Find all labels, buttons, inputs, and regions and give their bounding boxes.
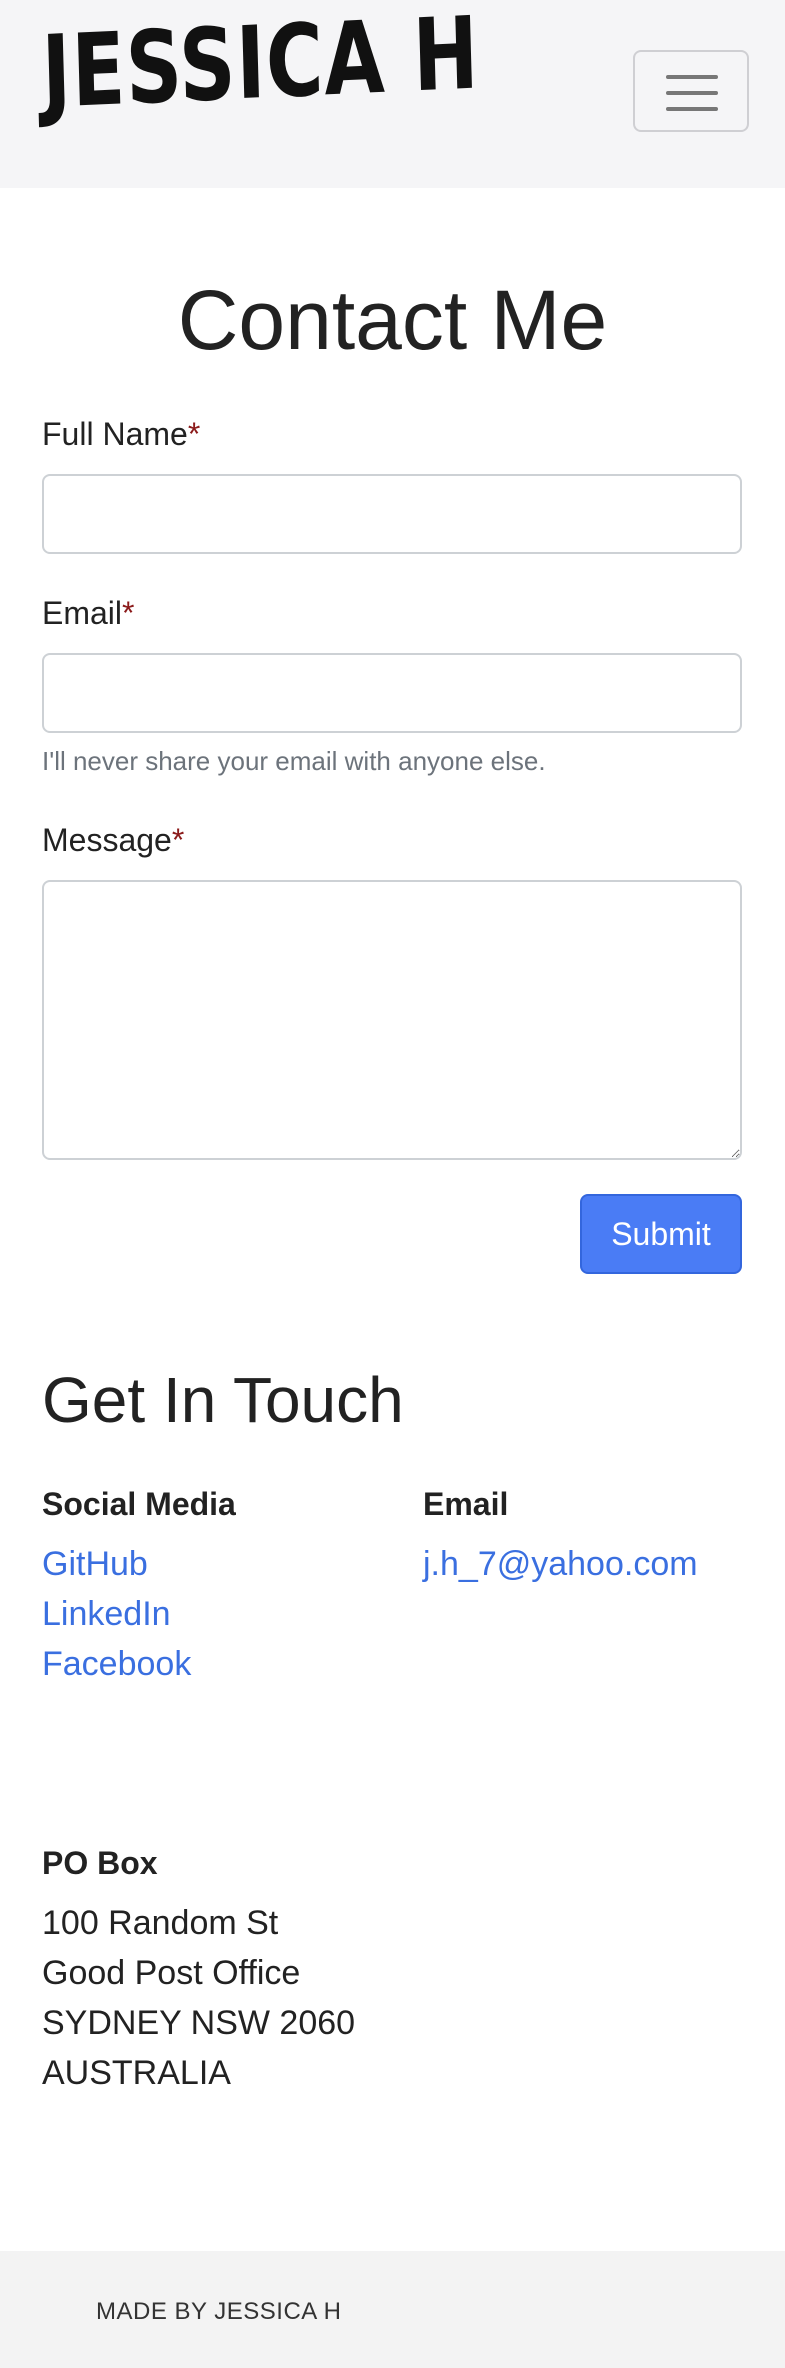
hamburger-menu-icon-bar bbox=[666, 107, 718, 111]
email-label-text: Email bbox=[42, 595, 123, 631]
submit-button[interactable]: Submit bbox=[580, 1194, 742, 1274]
full-name-label: Full Name* bbox=[42, 414, 200, 454]
address-line: SYDNEY NSW 2060 bbox=[42, 2004, 356, 2042]
email-link[interactable]: j.h_7@yahoo.com bbox=[423, 1542, 698, 1586]
message-textarea[interactable] bbox=[42, 880, 742, 1160]
footer-credit: MADE BY JESSICA H bbox=[96, 2298, 342, 2325]
address-line: Good Post Office bbox=[42, 1954, 301, 1992]
po-box-heading: PO Box bbox=[42, 1845, 158, 1881]
page-title: Contact Me bbox=[177, 273, 608, 367]
required-marker: * bbox=[122, 595, 135, 631]
linkedin-link[interactable]: LinkedIn bbox=[42, 1592, 171, 1636]
message-label: Message* bbox=[42, 820, 184, 860]
hamburger-menu-icon bbox=[666, 75, 718, 79]
email-input[interactable] bbox=[42, 653, 742, 733]
email-heading: Email bbox=[423, 1486, 509, 1522]
address-line: 100 Random St bbox=[42, 1904, 279, 1942]
email-label: Email* bbox=[42, 593, 134, 633]
full-name-label-text: Full Name bbox=[42, 416, 188, 452]
github-link[interactable]: GitHub bbox=[42, 1542, 148, 1586]
hamburger-menu-icon-bar bbox=[666, 91, 718, 95]
email-help-text: I'll never share your email with anyone … bbox=[42, 746, 546, 776]
navbar: JESSICA H bbox=[0, 0, 785, 188]
message-label-text: Message bbox=[42, 822, 172, 858]
facebook-link[interactable]: Facebook bbox=[42, 1642, 191, 1686]
social-media-heading: Social Media bbox=[42, 1486, 236, 1522]
get-in-touch-title: Get In Touch bbox=[42, 1364, 404, 1436]
address-line: AUSTRALIA bbox=[42, 2054, 231, 2092]
full-name-input[interactable] bbox=[42, 474, 742, 554]
required-marker: * bbox=[171, 822, 185, 858]
menu-toggle-button[interactable] bbox=[633, 50, 749, 132]
brand-logo[interactable]: JESSICA H bbox=[40, 0, 480, 131]
required-marker: * bbox=[187, 416, 201, 452]
